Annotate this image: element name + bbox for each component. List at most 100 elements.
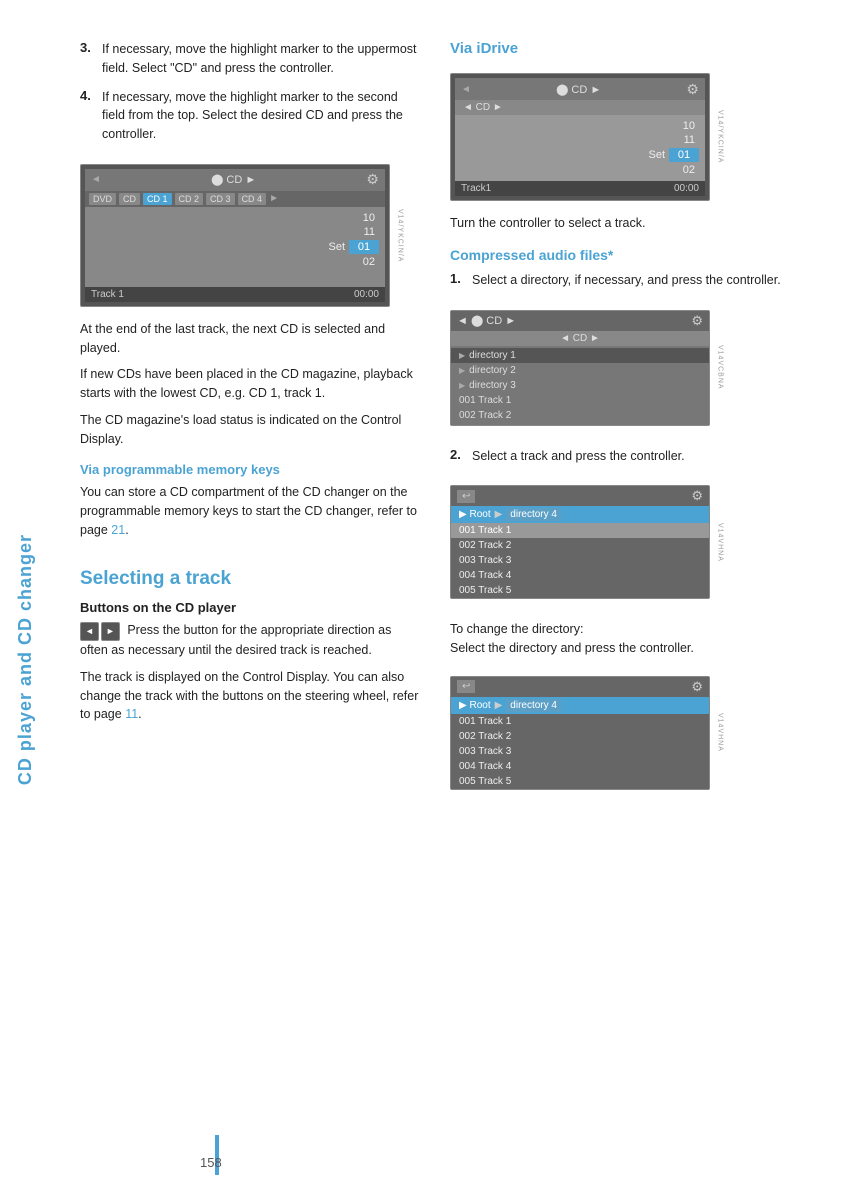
- change-dir-line2: Select the directory and press the contr…: [450, 641, 694, 655]
- track-item-003-1[interactable]: 003 Track 3: [451, 553, 709, 568]
- para-2: If new CDs have been placed in the CD ma…: [80, 365, 420, 403]
- track-side-text-2: V14VHNA: [717, 713, 724, 752]
- back-btn-2[interactable]: ↩: [457, 680, 475, 693]
- step-4-num: 4.: [80, 88, 94, 144]
- idrive-label: ⬤ CD ►: [556, 83, 601, 96]
- idrive-footer: Track1 00:00: [455, 181, 705, 196]
- memory-keys-heading: Via programmable memory keys: [80, 462, 420, 477]
- compressed-step-2: 2. Select a track and press the controll…: [450, 447, 800, 466]
- dir-arrow-2: ▶: [459, 366, 465, 375]
- dir-topbar: ◄ ⬤ CD ► ⚙: [451, 311, 709, 331]
- idrive-row-set: Set 01: [461, 147, 699, 163]
- right-column: Via iDrive ◄ ⬤ CD ► ⚙ ◄ CD ► 10: [440, 40, 820, 803]
- cd-screen-footer: Track 1 00:00: [85, 287, 385, 302]
- row-set: Set 01: [91, 239, 379, 255]
- track-item-004-1[interactable]: 004 Track 4: [451, 568, 709, 583]
- idrive-row-11: 11: [461, 133, 699, 147]
- page-link-21[interactable]: 21: [111, 523, 125, 537]
- idrive-text: Turn the controller to select a track.: [450, 214, 800, 233]
- track-side-label-1: V14VHNA: [712, 475, 728, 609]
- dir-screen: ◄ ⬤ CD ► ⚙ ◄ CD ► ▶ directory 1 ▶ direct…: [450, 310, 710, 426]
- track-item-005-1[interactable]: 005 Track 5: [451, 583, 709, 598]
- track-item-003-2[interactable]: 003 Track 3: [451, 744, 709, 759]
- track-topbar-1: ↩ ⚙: [451, 486, 709, 506]
- value-02: 02: [363, 256, 375, 268]
- idrive-set-value: 01: [669, 148, 699, 162]
- sidebar-text: CD player and CD changer: [15, 534, 36, 785]
- cd-label: ⬤ CD ►: [211, 173, 256, 186]
- row-10: 10: [91, 211, 379, 225]
- cd1-btn[interactable]: CD 1: [143, 193, 172, 205]
- page-link-11[interactable]: 11: [125, 707, 138, 721]
- row-02: 02: [91, 255, 379, 269]
- cd4-btn[interactable]: CD 4: [238, 193, 267, 205]
- cd-screen-topbar: ◄ ⬤ CD ► ⚙: [85, 169, 385, 191]
- breadcrumb-root-1: ▶ Root: [459, 509, 491, 520]
- breadcrumb-2: ▶ Root ▶ directory 4: [451, 697, 709, 714]
- left-column: 3. If necessary, move the highlight mark…: [50, 40, 440, 803]
- btn-right[interactable]: ►: [101, 622, 120, 642]
- track-item-001-2[interactable]: 001 Track 1: [451, 714, 709, 729]
- cd-btn-img: ◄ ►: [80, 622, 120, 642]
- idrive-body: 10 11 Set 01 02: [455, 115, 705, 181]
- track-side-text-1: V14VHNA: [717, 523, 724, 562]
- step-4-text: If necessary, move the highlight marker …: [102, 88, 420, 144]
- track-settings-2: ⚙: [691, 679, 703, 695]
- dvd-btn: DVD: [89, 193, 116, 205]
- track-list-2: 001 Track 1 002 Track 2 003 Track 3 004 …: [451, 714, 709, 789]
- idrive-arrow-left: ◄: [461, 84, 471, 95]
- compressed-step-1-num: 1.: [450, 271, 464, 290]
- selecting-track-heading: Selecting a track: [80, 558, 420, 590]
- idrive-screen-wrap: ◄ ⬤ CD ► ⚙ ◄ CD ► 10 11 Set: [450, 63, 710, 211]
- breadcrumb-1: ▶ Root ▶ directory 4: [451, 506, 709, 523]
- arrow-left-icon: ◄: [91, 174, 101, 185]
- track-item-005-2[interactable]: 005 Track 5: [451, 774, 709, 789]
- sidebar-label: CD player and CD changer: [10, 180, 40, 1140]
- track-item-002-1[interactable]: 002 Track 2: [451, 538, 709, 553]
- idrive-val-11: 11: [684, 134, 695, 146]
- cd3-btn[interactable]: CD 3: [206, 193, 235, 205]
- idrive-cd-row: ◄ CD ►: [455, 100, 705, 115]
- track-list-1: 001 Track 1 002 Track 2 003 Track 3 004 …: [451, 523, 709, 598]
- step-4: 4. If necessary, move the highlight mark…: [80, 88, 420, 144]
- dir-arrow-3: ▶: [459, 381, 465, 390]
- idrive-val-02: 02: [683, 164, 695, 176]
- breadcrumb-dir-1: directory 4: [506, 508, 561, 521]
- idrive-row-10: 10: [461, 119, 699, 133]
- track-item-001-1[interactable]: 001 Track 1: [451, 523, 709, 538]
- btn-left[interactable]: ◄: [80, 622, 99, 642]
- settings-icon: ⚙: [366, 171, 379, 188]
- track-side-label-2: V14VHNA: [712, 666, 728, 800]
- set-label: Set: [328, 241, 345, 253]
- dir-track-2: 002 Track 2: [451, 408, 709, 423]
- track-item-004-2[interactable]: 004 Track 4: [451, 759, 709, 774]
- track-item-002-2[interactable]: 002 Track 2: [451, 729, 709, 744]
- compressed-step-1-text: Select a directory, if necessary, and pr…: [472, 271, 781, 290]
- breadcrumb-sep-2: ▶: [495, 700, 503, 711]
- back-btn-1[interactable]: ↩: [457, 490, 475, 503]
- buttons-cd-heading: Buttons on the CD player: [80, 600, 420, 615]
- idrive-topbar: ◄ ⬤ CD ► ⚙: [455, 78, 705, 100]
- idrive-track-label: Track1: [461, 183, 491, 194]
- idrive-settings-icon: ⚙: [686, 81, 699, 98]
- cd-button-row: DVD CD CD 1 CD 2 CD 3 CD 4 ►: [85, 191, 385, 207]
- arrow-right-icon: ►: [269, 193, 279, 204]
- cd-btn: CD: [119, 193, 140, 205]
- step-3-num: 3.: [80, 40, 94, 78]
- idrive-screen: ◄ ⬤ CD ► ⚙ ◄ CD ► 10 11 Set: [450, 73, 710, 201]
- cd2-btn[interactable]: CD 2: [175, 193, 204, 205]
- breadcrumb-sep-1: ▶: [495, 509, 503, 520]
- track-topbar-2: ↩ ⚙: [451, 677, 709, 697]
- track-screen-1: ↩ ⚙ ▶ Root ▶ directory 4 001 Track 1 002…: [450, 485, 710, 599]
- dir-side-text: V14VCBNA: [717, 345, 724, 390]
- track-screen-2: ↩ ⚙ ▶ Root ▶ directory 4 001 Track 1 002…: [450, 676, 710, 790]
- dir-cd-row: ◄ CD ►: [451, 331, 709, 346]
- page-container: CD player and CD changer 3. If necessary…: [0, 0, 848, 1200]
- value-10: 10: [363, 212, 375, 224]
- dir-arrow-1: ▶: [459, 351, 465, 360]
- idrive-track-time: 00:00: [674, 183, 699, 194]
- dir-item-1: ▶ directory 1: [451, 348, 709, 363]
- para-3: The CD magazine's load status is indicat…: [80, 411, 420, 449]
- value-11: 11: [364, 226, 375, 238]
- idrive-row-02: 02: [461, 163, 699, 177]
